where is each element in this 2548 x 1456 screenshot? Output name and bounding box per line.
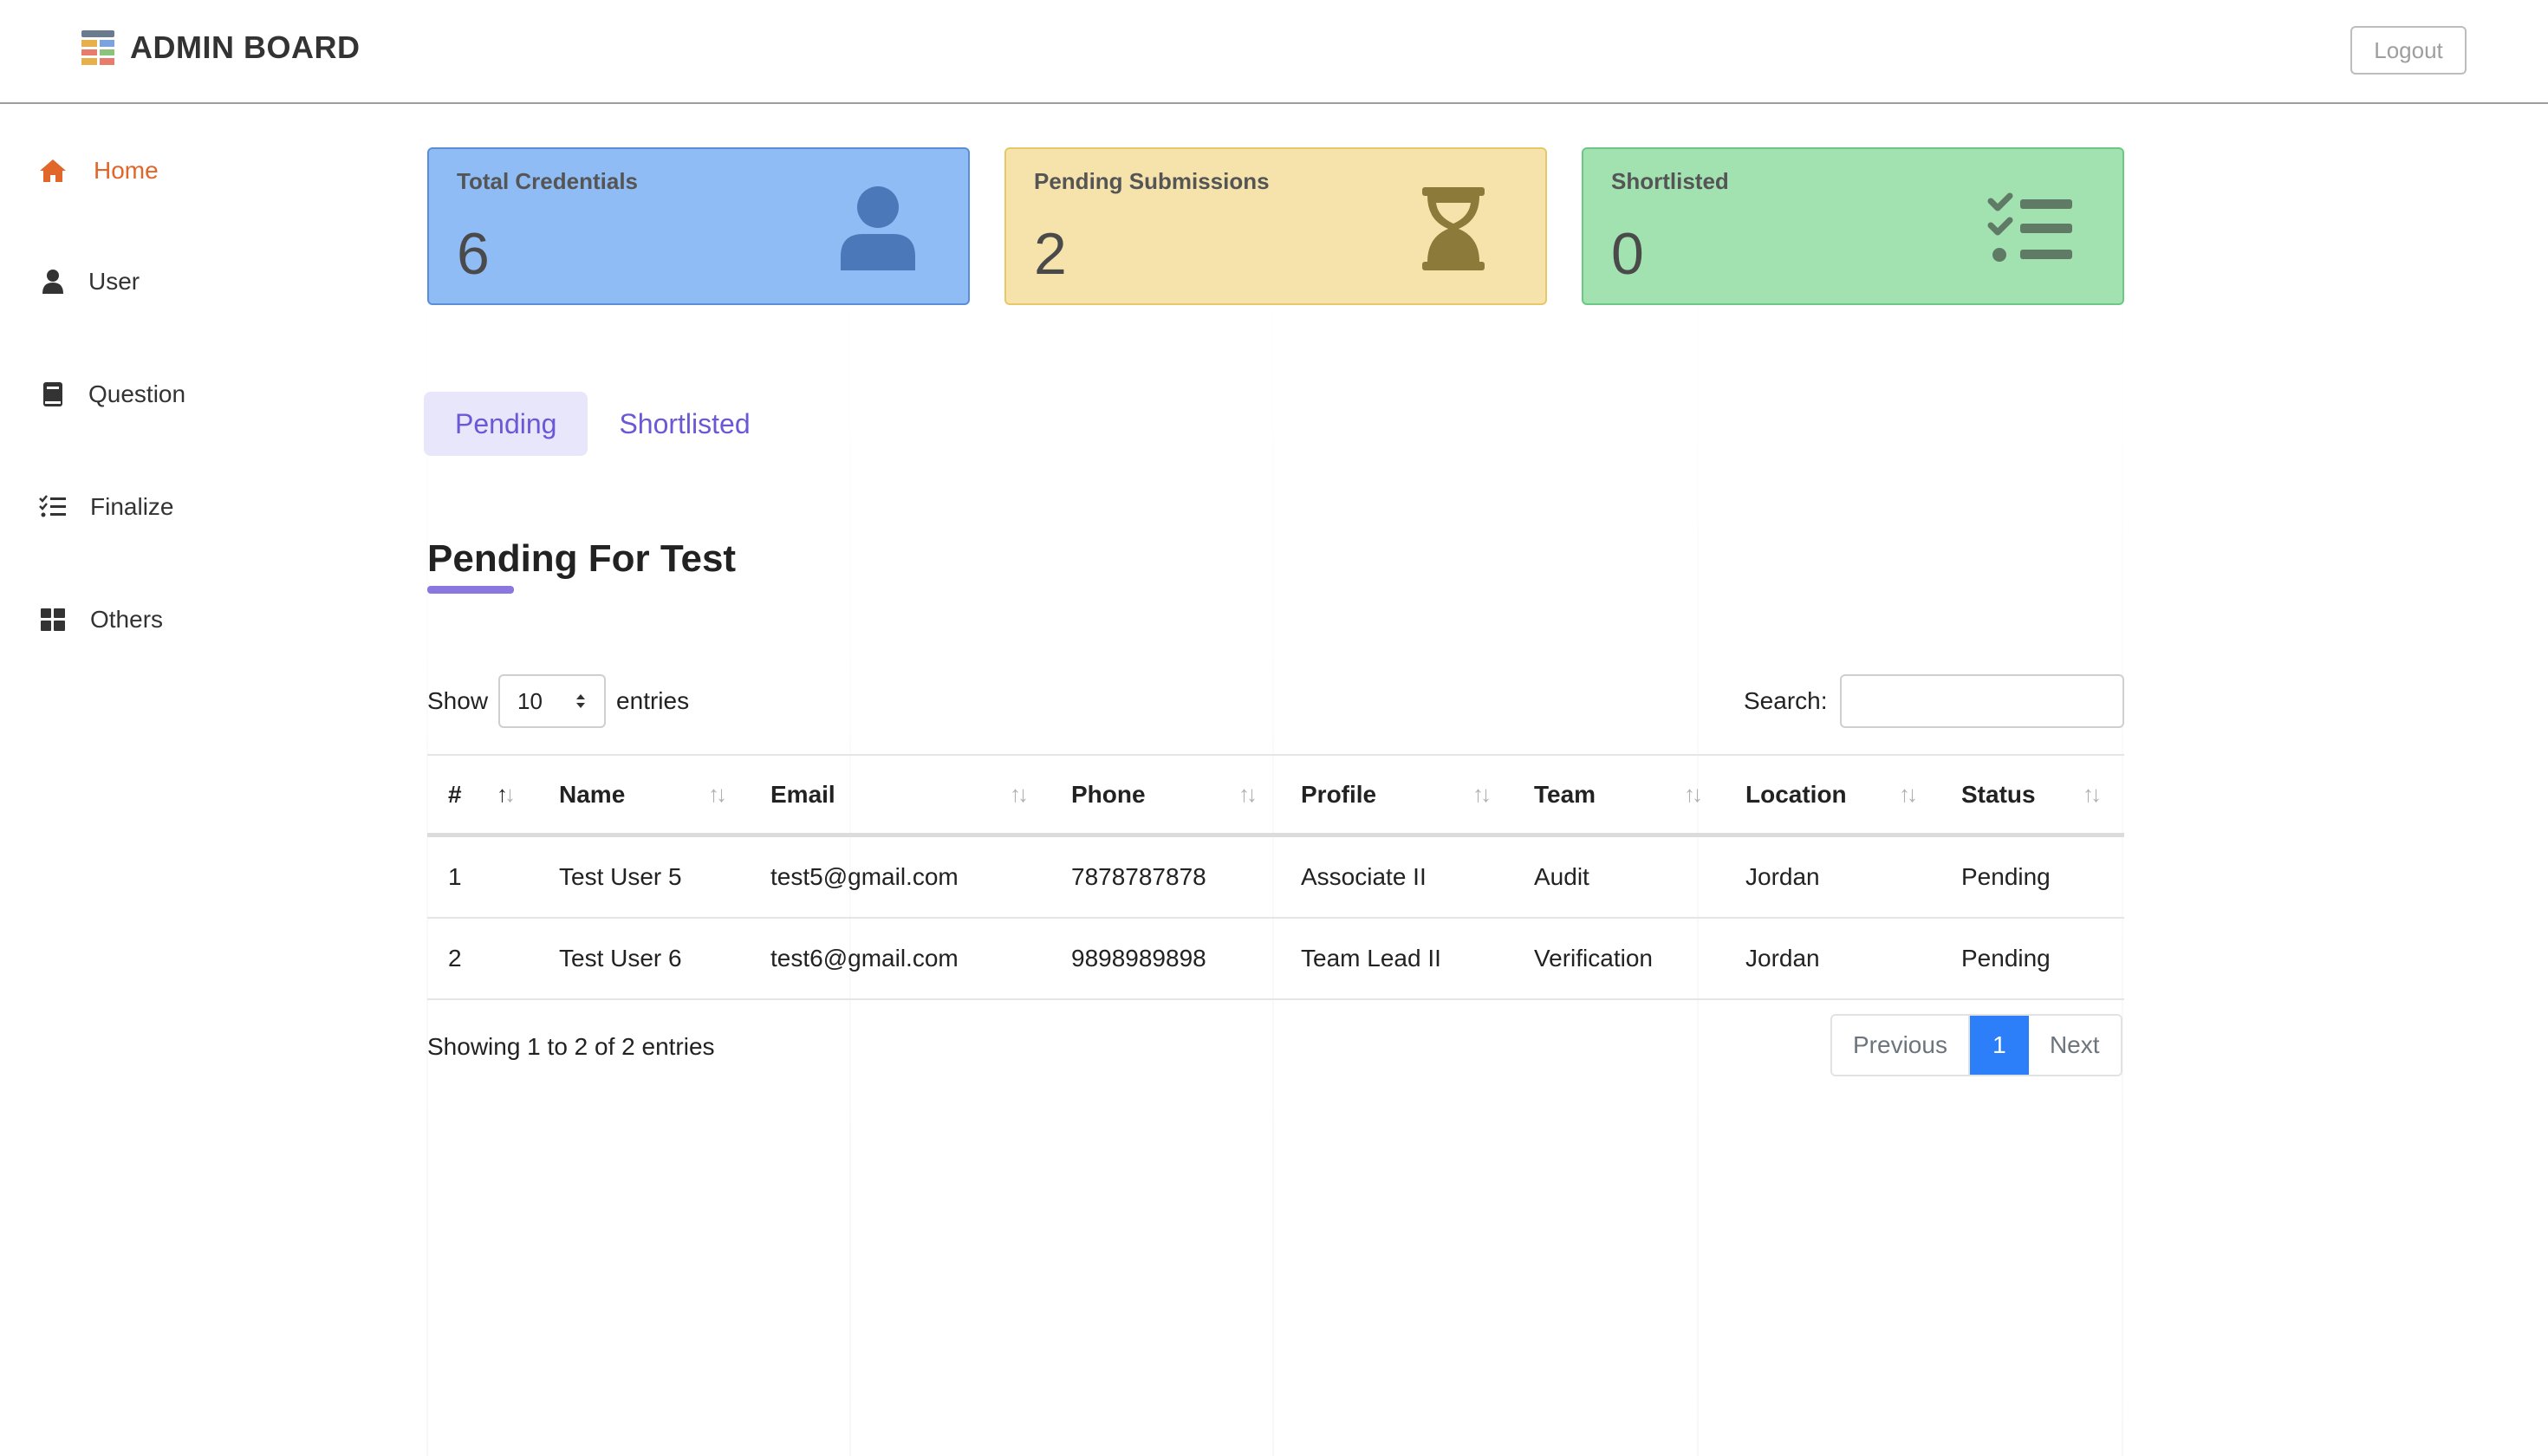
sidebar-item-label: Others [90, 606, 164, 633]
brand-title: ADMIN BOARD [130, 29, 361, 65]
select-arrows-icon [575, 692, 587, 711]
checklist-icon [38, 492, 68, 522]
column-header-name[interactable]: Name [559, 756, 625, 833]
cell-profile: Team Lead II [1301, 945, 1441, 972]
column-header-team[interactable]: Team [1534, 756, 1596, 833]
tab-bar: Pending Shortlisted [424, 392, 782, 456]
sidebar-item-label: Question [88, 380, 186, 407]
show-label: Show [427, 687, 489, 714]
cell-index: 2 [448, 945, 462, 972]
page-size-control: Show 10 entries [427, 674, 689, 728]
column-header-location[interactable]: Location [1745, 756, 1847, 833]
column-header-profile[interactable]: Profile [1301, 756, 1376, 833]
previous-page-button[interactable]: Previous [1832, 1016, 1970, 1075]
page-1-button[interactable]: 1 [1969, 1016, 2029, 1075]
dashboard-logo-icon [81, 30, 114, 65]
sort-icon[interactable]: ↑ ↓ [1010, 756, 1029, 833]
cell-location: Jordan [1745, 863, 1820, 890]
logout-button[interactable]: Logout [2350, 26, 2467, 75]
sort-icon[interactable]: ↑ ↓ [1472, 756, 1492, 833]
column-header-index[interactable]: # [448, 756, 462, 833]
pagination: Previous 1 Next [1830, 1014, 2122, 1076]
table-search: Search: [1744, 674, 2124, 728]
table-info: Showing 1 to 2 of 2 entries [427, 1033, 715, 1060]
tab-pending[interactable]: Pending [424, 392, 588, 456]
grid-icon [38, 605, 68, 634]
cell-email: test6@gmail.com [770, 945, 959, 972]
sort-icon[interactable]: ↑ ↓ [1684, 756, 1703, 833]
table-row[interactable]: 1 Test User 5 test5@gmail.com 7878787878… [427, 837, 2124, 919]
user-icon [836, 184, 920, 274]
sidebar-item-label: Finalize [90, 493, 174, 520]
checklist-icon [1987, 184, 2074, 274]
cell-team: Audit [1534, 863, 1589, 890]
cell-location: Jordan [1745, 945, 1820, 972]
stat-card-pending-submissions[interactable]: Pending Submissions 2 [1004, 147, 1547, 305]
sidebar-item-finalize[interactable]: Finalize [38, 492, 173, 522]
cell-status: Pending [1961, 863, 2051, 890]
sidebar-item-label: User [88, 268, 140, 295]
brand[interactable]: ADMIN BOARD [81, 29, 360, 66]
card-value: 0 [1611, 221, 1644, 287]
page-size-select[interactable]: 10 [498, 674, 607, 728]
search-label: Search: [1744, 687, 1828, 714]
cell-profile: Associate II [1301, 863, 1427, 890]
top-header: ADMIN BOARD Logout [0, 0, 2548, 104]
sort-icon[interactable]: ↑ ↓ [497, 756, 516, 833]
table-row[interactable]: 2 Test User 6 test6@gmail.com 9898989898… [427, 919, 2124, 1000]
next-page-button[interactable]: Next [2028, 1016, 2121, 1075]
book-icon [38, 380, 68, 409]
section-title-underline [427, 586, 514, 594]
card-value: 2 [1034, 221, 1067, 287]
cell-phone: 7878787878 [1071, 863, 1206, 890]
sidebar-item-user[interactable]: User [38, 267, 140, 296]
sidebar-item-home[interactable]: Home [38, 156, 159, 185]
column-header-phone[interactable]: Phone [1071, 756, 1146, 833]
sort-icon[interactable]: ↑ ↓ [708, 756, 727, 833]
tab-shortlisted[interactable]: Shortlisted [588, 392, 781, 456]
pending-table: # ↑ ↓ Name ↑ ↓ Email ↑ ↓ Phone ↑ ↓ Profile ↑… [427, 754, 2124, 1000]
sort-icon[interactable]: ↑ ↓ [1238, 756, 1258, 833]
cell-name: Test User 6 [559, 945, 682, 972]
cell-name: Test User 5 [559, 863, 682, 890]
hourglass-icon [1412, 184, 1495, 274]
cell-status: Pending [1961, 945, 2051, 972]
stat-card-total-credentials[interactable]: Total Credentials 6 [427, 147, 970, 305]
section-title: Pending For Test [427, 537, 737, 580]
stat-card-shortlisted[interactable]: Shortlisted 0 [1582, 147, 2124, 305]
card-value: 6 [457, 221, 490, 287]
cell-phone: 9898989898 [1071, 945, 1206, 972]
user-icon [38, 267, 68, 296]
cell-team: Verification [1534, 945, 1653, 972]
sidebar-item-question[interactable]: Question [38, 380, 185, 409]
column-header-email[interactable]: Email [770, 756, 835, 833]
table-header-row: # ↑ ↓ Name ↑ ↓ Email ↑ ↓ Phone ↑ ↓ Profile ↑… [427, 754, 2124, 837]
home-icon [38, 156, 68, 185]
search-input[interactable] [1839, 674, 2124, 728]
cell-email: test5@gmail.com [770, 863, 959, 890]
sidebar-item-label: Home [94, 157, 159, 184]
sort-icon[interactable]: ↑ ↓ [2083, 756, 2102, 833]
page-size-value: 10 [517, 687, 543, 714]
sort-icon[interactable]: ↑ ↓ [1899, 756, 1918, 833]
sidebar-item-others[interactable]: Others [38, 605, 163, 634]
column-header-status[interactable]: Status [1961, 756, 2036, 833]
entries-label: entries [616, 687, 690, 714]
cell-index: 1 [448, 863, 462, 890]
